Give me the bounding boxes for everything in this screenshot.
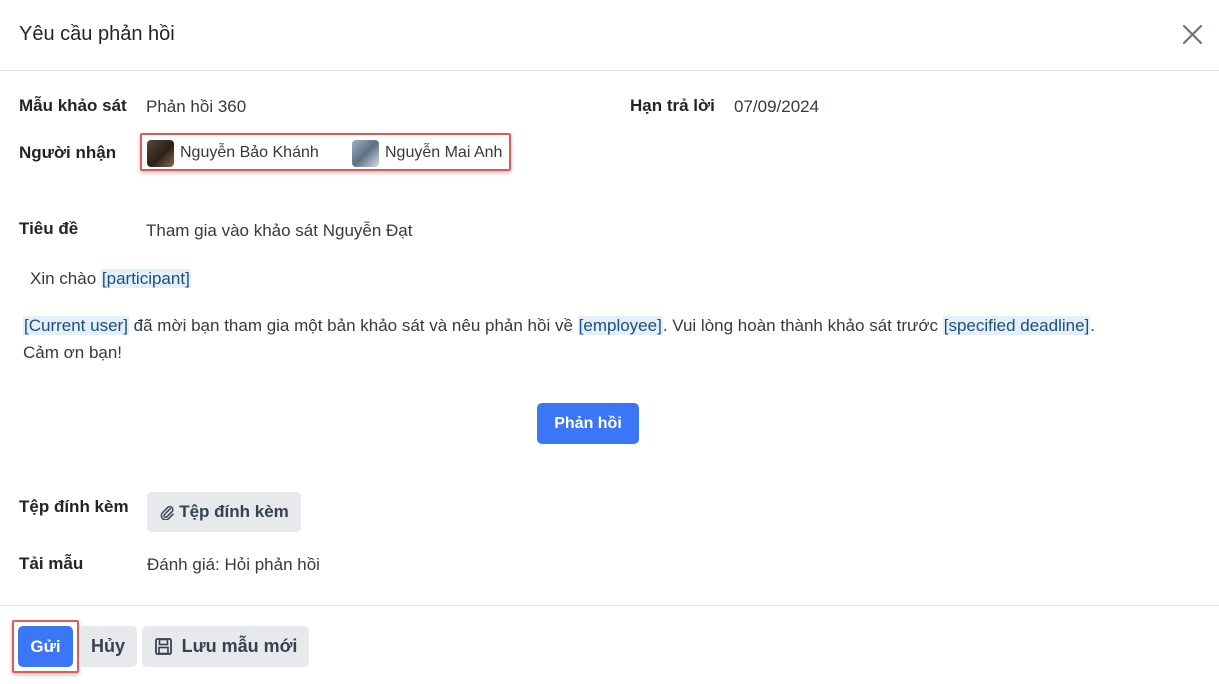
avatar bbox=[147, 139, 174, 167]
employee-placeholder: [employee] bbox=[577, 316, 663, 335]
recipient-tag[interactable]: Nguyễn Bảo Khánh bbox=[147, 139, 319, 167]
template-label: Tải mẫu bbox=[19, 554, 84, 573]
deadline-field[interactable]: 07/09/2024 bbox=[734, 97, 819, 117]
current-user-placeholder: [Current user] bbox=[23, 316, 129, 335]
save-icon bbox=[154, 637, 173, 656]
avatar bbox=[352, 139, 379, 167]
survey-field[interactable]: Phản hồi 360 bbox=[146, 97, 246, 117]
attachment-button-label: Tệp đính kèm bbox=[179, 502, 289, 521]
deadline-placeholder: [specified deadline] bbox=[942, 316, 1091, 335]
recipients-field[interactable]: Nguyễn Bảo Khánh Nguyễn Mai Anh bbox=[140, 133, 511, 171]
message-text: . bbox=[1090, 316, 1096, 335]
greeting-text: Xin chào bbox=[30, 269, 97, 288]
send-button[interactable]: Gửi bbox=[18, 626, 73, 667]
message-text: đã mời bạn tham gia một bản khảo sát và … bbox=[128, 316, 578, 335]
recipients-label: Người nhận bbox=[19, 143, 117, 162]
attachment-button[interactable]: Tệp đính kèm bbox=[147, 492, 301, 532]
subject-label: Tiêu đề bbox=[19, 219, 79, 238]
feedback-button[interactable]: Phản hồi bbox=[537, 403, 639, 444]
message-body[interactable]: [Current user] đã mời bạn tham gia một b… bbox=[23, 312, 1203, 366]
participant-placeholder: [participant] bbox=[100, 269, 191, 288]
dialog-header: Yêu cầu phản hồi bbox=[0, 0, 1219, 71]
close-icon[interactable] bbox=[1180, 22, 1206, 48]
paperclip-icon bbox=[159, 504, 175, 520]
message-greeting[interactable]: Xin chào [participant] bbox=[30, 265, 191, 292]
save-template-button[interactable]: Lưu mẫu mới bbox=[142, 626, 309, 667]
cancel-button[interactable]: Hủy bbox=[79, 626, 137, 667]
feedback-request-dialog: Yêu cầu phản hồi Mẫu khảo sát Phản hồi 3… bbox=[0, 0, 1219, 684]
dialog-title: Yêu cầu phản hồi bbox=[19, 23, 175, 45]
recipient-name: Nguyễn Bảo Khánh bbox=[180, 144, 319, 161]
message-text: . Vui lòng hoàn thành khảo sát trước bbox=[662, 316, 943, 335]
deadline-label: Hạn trả lời bbox=[630, 96, 715, 115]
template-field[interactable]: Đánh giá: Hỏi phản hồi bbox=[147, 555, 320, 575]
thanks-text: Cảm ơn bạn! bbox=[23, 343, 123, 362]
attachment-label: Tệp đính kèm bbox=[19, 497, 129, 516]
recipient-name: Nguyễn Mai Anh bbox=[385, 144, 503, 161]
survey-label: Mẫu khảo sát bbox=[19, 96, 127, 115]
recipient-tag[interactable]: Nguyễn Mai Anh bbox=[352, 139, 502, 167]
save-template-label: Lưu mẫu mới bbox=[181, 636, 298, 656]
subject-field[interactable]: Tham gia vào khảo sát Nguyễn Đạt bbox=[146, 221, 412, 241]
